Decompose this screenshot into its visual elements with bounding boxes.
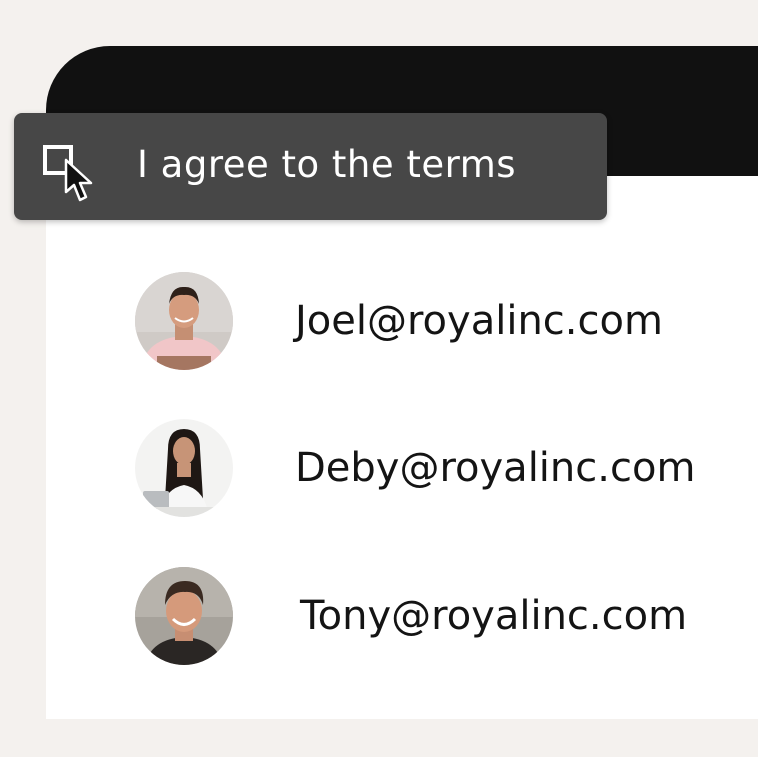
- person-avatar-icon[interactable]: [135, 272, 233, 370]
- user-email: Joel@royalinc.com: [295, 298, 663, 344]
- person-avatar-icon[interactable]: [135, 567, 233, 665]
- app-stage: I agree to the terms Joel@royalinc.com D…: [0, 0, 758, 757]
- user-email: Tony@royalinc.com: [300, 593, 688, 639]
- user-row: Joel@royalinc.com: [135, 272, 735, 370]
- terms-consent-bar[interactable]: I agree to the terms: [14, 113, 607, 220]
- mouse-pointer-icon: [64, 158, 93, 202]
- user-row: Deby@royalinc.com: [135, 419, 735, 517]
- person-avatar-icon[interactable]: [135, 419, 233, 517]
- user-email: Deby@royalinc.com: [295, 445, 696, 491]
- user-row: Tony@royalinc.com: [135, 567, 735, 665]
- terms-label[interactable]: I agree to the terms: [137, 139, 516, 191]
